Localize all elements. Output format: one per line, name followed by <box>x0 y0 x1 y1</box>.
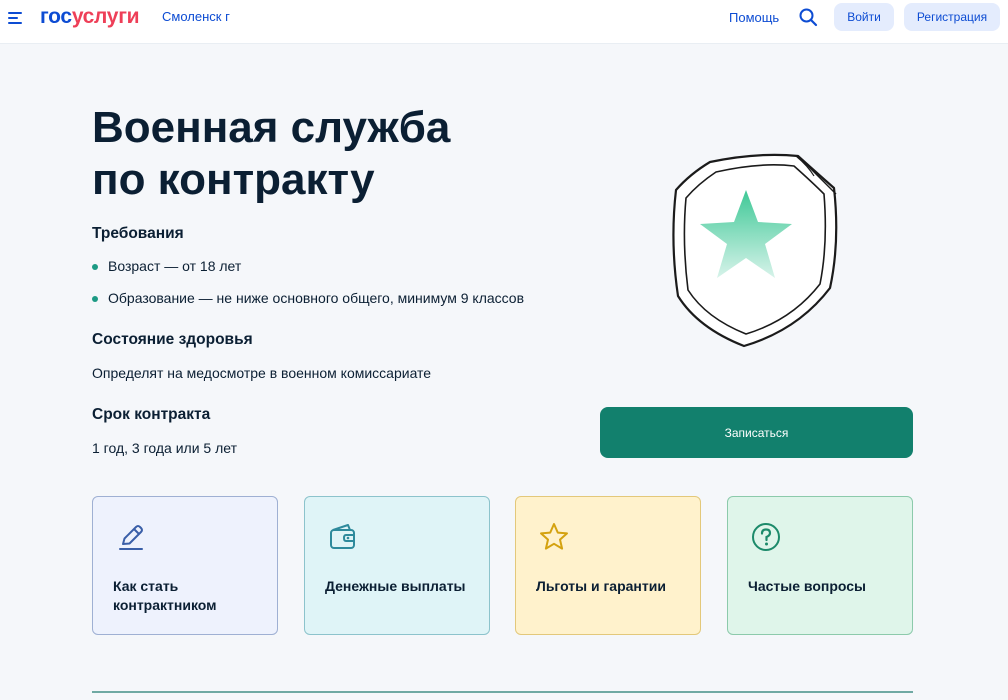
requirements-heading: Требования <box>92 225 184 242</box>
help-link[interactable]: Помощь <box>729 10 779 25</box>
term-text: 1 год, 3 года или 5 лет <box>92 440 237 456</box>
register-button[interactable]: Регистрация <box>904 3 1000 31</box>
section-divider <box>92 691 913 693</box>
card-benefits[interactable]: Льготы и гарантии <box>515 496 701 635</box>
question-icon <box>752 523 780 551</box>
search-icon[interactable] <box>798 7 818 27</box>
health-heading: Состояние здоровья <box>92 331 253 348</box>
card-payments[interactable]: Денежные выплаты <box>304 496 490 635</box>
logo[interactable]: госуслуги <box>40 5 140 29</box>
top-header: госуслуги Смоленск г Помощь Войти Регист… <box>0 0 1008 44</box>
wallet-icon <box>330 524 355 549</box>
city-selector[interactable]: Смоленск г <box>162 9 230 24</box>
card-label: Частые вопросы <box>748 578 866 594</box>
card-label: Льготы и гарантии <box>536 578 666 594</box>
card-label: Денежные выплаты <box>325 578 466 594</box>
login-button[interactable]: Войти <box>834 3 894 31</box>
requirement-item: Образование — не ниже основного общего, … <box>92 290 524 306</box>
sign-up-button[interactable]: Записаться <box>600 407 913 458</box>
shield-illustration <box>672 153 838 348</box>
term-heading: Срок контракта <box>92 406 211 423</box>
health-text: Определят на медосмотре в военном комисс… <box>92 365 432 381</box>
requirement-item: Возраст — от 18 лет <box>92 258 241 274</box>
card-how-to-become[interactable]: Как стать контрактником <box>92 496 278 635</box>
pencil-icon <box>119 525 143 550</box>
star-icon <box>540 523 568 550</box>
menu-icon[interactable] <box>8 10 26 26</box>
page-title: Военная служба по контракту <box>92 103 451 204</box>
card-label: Как стать контрактником <box>113 578 217 613</box>
card-faq[interactable]: Частые вопросы <box>727 496 913 635</box>
